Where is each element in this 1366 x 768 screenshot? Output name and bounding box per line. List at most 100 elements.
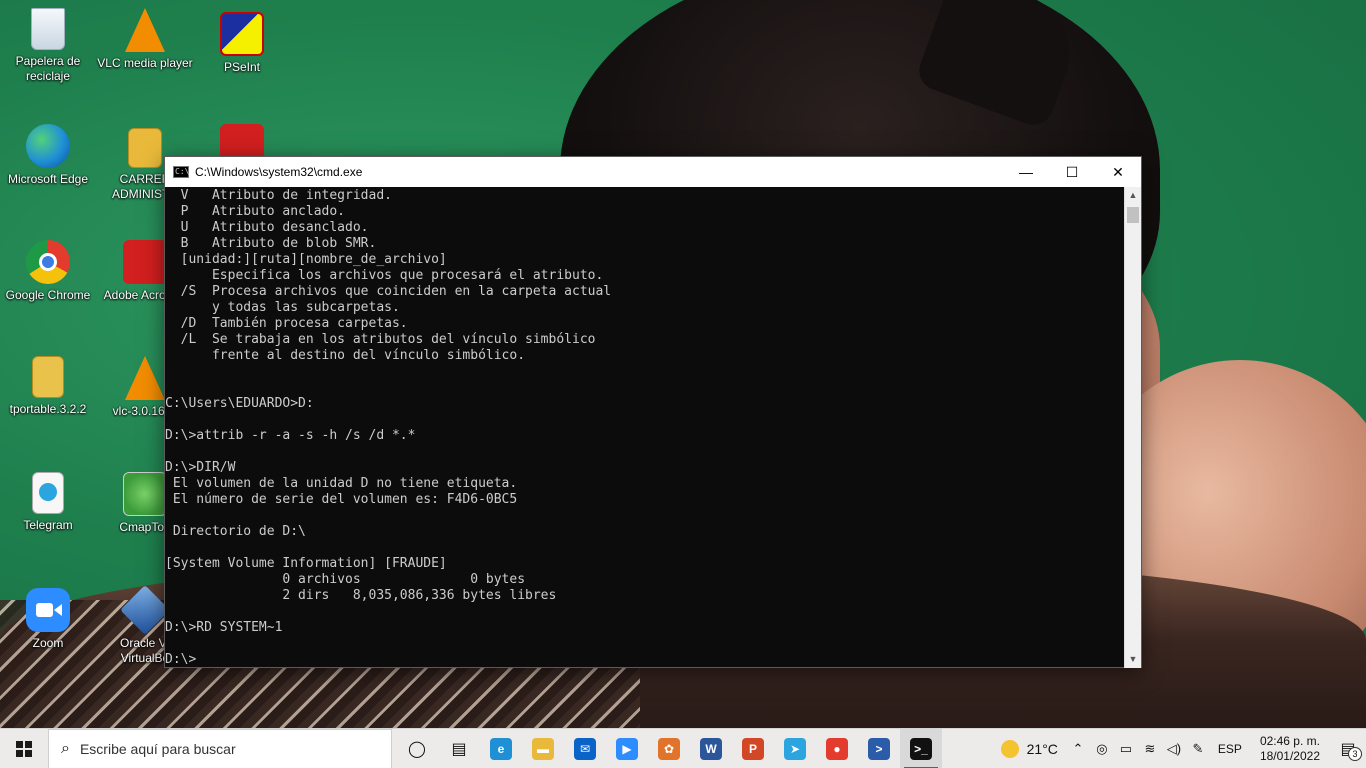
desktop-icon-vlc[interactable]: VLC media player bbox=[97, 8, 193, 71]
weather-widget[interactable]: 21°C bbox=[993, 739, 1066, 758]
weather-temperature: 21°C bbox=[1026, 740, 1058, 757]
console-line: D:\>RD SYSTEM~1 bbox=[165, 620, 283, 635]
console-output[interactable]: V Atributo de integridad. P Atributo anc… bbox=[165, 187, 1125, 668]
cmd-window[interactable]: C:\ C:\Windows\system32\cmd.exe — ☐ ✕ V … bbox=[164, 156, 1142, 668]
cmd-icon: C:\ bbox=[173, 166, 190, 178]
weather-sun-icon bbox=[1000, 739, 1019, 758]
task-view-icon: ▤ bbox=[448, 737, 470, 760]
scroll-up-icon[interactable]: ▲ bbox=[1125, 187, 1141, 204]
taskbar-app-file-explorer[interactable]: ▬ bbox=[522, 729, 564, 768]
desktop-icon-label: PSeInt bbox=[223, 60, 261, 74]
desktop-icon-label: VLC media player bbox=[97, 56, 193, 70]
chrome-icon: ● bbox=[826, 737, 848, 760]
console-line: 0 archivos 0 bytes bbox=[165, 572, 526, 587]
taskbar-app-edge[interactable]: e bbox=[480, 729, 522, 768]
language-indicator[interactable]: ESP bbox=[1210, 742, 1250, 756]
game-icon: ✿ bbox=[658, 737, 680, 760]
taskbar-app-word[interactable]: W bbox=[690, 729, 732, 768]
show-hidden-icons-chevron-icon[interactable]: ⌃ bbox=[1066, 741, 1090, 757]
vertical-scrollbar[interactable]: ▲ ▼ bbox=[1124, 187, 1141, 668]
console-line: B Atributo de blob SMR. bbox=[165, 236, 377, 251]
start-button[interactable] bbox=[0, 729, 48, 768]
console-line: D:\>DIR/W bbox=[165, 460, 236, 475]
taskbar-app-mail[interactable]: ✉ bbox=[564, 729, 606, 768]
taskbar-app-cortana[interactable]: ◯ bbox=[396, 729, 438, 768]
powershell-icon: > bbox=[868, 737, 890, 760]
vlc-icon bbox=[125, 8, 165, 52]
edge-icon: e bbox=[490, 737, 512, 760]
desktop-icon-chrome[interactable]: Google Chrome bbox=[0, 240, 96, 303]
windows-logo-icon bbox=[16, 740, 32, 757]
window-titlebar[interactable]: C:\ C:\Windows\system32\cmd.exe — ☐ ✕ bbox=[165, 157, 1141, 187]
console-line: Especifica los archivos que procesará el… bbox=[165, 268, 604, 283]
zoom-icon bbox=[26, 588, 70, 632]
vlc-installer-icon bbox=[125, 356, 165, 400]
console-line: /L Se trabaja en los atributos del víncu… bbox=[165, 332, 596, 347]
console-line: El número de serie del volumen es: F4D6-… bbox=[165, 492, 518, 507]
taskbar-app-task-view[interactable]: ▤ bbox=[438, 729, 480, 768]
cmaptools-icon bbox=[123, 472, 167, 516]
taskbar-app-powerpoint[interactable]: P bbox=[732, 729, 774, 768]
notification-count-badge: 3 bbox=[1348, 746, 1362, 761]
desktop-icon-recycle-bin[interactable]: Papelera de reciclaje bbox=[0, 8, 96, 84]
desktop-icon-tportable[interactable]: tportable.3.2.2 bbox=[0, 356, 96, 417]
taskbar: ⌕ Escribe aquí para buscar ◯ ▤ e ▬ ✉ ▶ ✿ W P ➤ ● > >… bbox=[0, 728, 1366, 768]
console-line: 2 dirs 8,035,086,336 bytes libres bbox=[165, 588, 557, 603]
powerpoint-icon: P bbox=[742, 737, 764, 760]
console-line: C:\Users\EDUARDO>D: bbox=[165, 396, 314, 411]
console-line: D:\> bbox=[165, 652, 197, 667]
taskbar-app-chrome[interactable]: ● bbox=[816, 729, 858, 768]
maximize-button[interactable]: ☐ bbox=[1049, 157, 1095, 187]
console-line: y todas las subcarpetas. bbox=[165, 300, 400, 315]
clock[interactable]: 02:46 p. m. 18/01/2022 bbox=[1250, 734, 1330, 764]
cmd-icon: >_ bbox=[910, 737, 932, 760]
telegram-file-icon bbox=[32, 472, 64, 514]
clock-date: 18/01/2022 bbox=[1259, 748, 1320, 763]
wifi-icon[interactable]: ≋ bbox=[1138, 741, 1162, 757]
taskbar-app-app-orange[interactable]: ✿ bbox=[648, 729, 690, 768]
search-icon: ⌕ bbox=[61, 739, 70, 757]
mail-icon: ✉ bbox=[574, 737, 596, 760]
console-line: [unidad:][ruta][nombre_de_archivo] bbox=[165, 252, 447, 267]
taskbar-app-telegram[interactable]: ➤ bbox=[774, 729, 816, 768]
zip-folder-icon bbox=[32, 356, 64, 398]
chrome-icon bbox=[26, 240, 70, 284]
taskbar-search-box[interactable]: ⌕ Escribe aquí para buscar bbox=[48, 728, 392, 768]
cortana-icon: ◯ bbox=[406, 737, 428, 760]
clock-time: 02:46 p. m. bbox=[1259, 733, 1320, 748]
volume-icon[interactable]: ◁) bbox=[1162, 741, 1186, 757]
taskbar-app-powershell[interactable]: > bbox=[858, 729, 900, 768]
pseint-icon bbox=[220, 12, 264, 56]
pen-icon[interactable]: ✎ bbox=[1186, 741, 1210, 757]
word-icon: W bbox=[700, 737, 722, 760]
console-line: El volumen de la unidad D no tiene etiqu… bbox=[165, 476, 518, 491]
console-line: [System Volume Information] [FRAUDE] bbox=[165, 556, 447, 571]
scrollbar-thumb[interactable] bbox=[1127, 207, 1139, 223]
taskbar-apps: ◯ ▤ e ▬ ✉ ▶ ✿ W P ➤ ● > >_ bbox=[396, 728, 942, 768]
desktop-icon-pseint[interactable]: PSeInt bbox=[194, 12, 290, 75]
desktop-icon-telegram[interactable]: Telegram bbox=[0, 472, 96, 533]
minimize-button[interactable]: — bbox=[1003, 157, 1049, 187]
battery-icon[interactable]: ▭ bbox=[1114, 741, 1138, 757]
webcam-icon[interactable]: ◎ bbox=[1090, 741, 1114, 757]
desktop-icon-label: Telegram bbox=[23, 518, 73, 532]
window-title: C:\Windows\system32\cmd.exe bbox=[195, 165, 363, 179]
desktop-icon-zoom[interactable]: Zoom bbox=[0, 588, 96, 651]
recycle-bin-icon bbox=[31, 8, 65, 50]
console-line: V Atributo de integridad. bbox=[165, 188, 392, 203]
taskbar-app-cmd[interactable]: >_ bbox=[900, 728, 942, 768]
scroll-down-icon[interactable]: ▼ bbox=[1125, 651, 1141, 668]
close-button[interactable]: ✕ bbox=[1095, 157, 1141, 187]
acrobat-icon bbox=[123, 240, 167, 284]
notification-center-button[interactable]: ▤ 3 bbox=[1330, 729, 1366, 768]
desktop-icon-label: Papelera de reciclaje bbox=[15, 54, 81, 83]
desktop-icon-label: tportable.3.2.2 bbox=[9, 402, 87, 416]
console-line: /S Procesa archivos que coinciden en la … bbox=[165, 284, 612, 299]
desktop-icon-edge[interactable]: Microsoft Edge bbox=[0, 124, 96, 187]
taskbar-app-zoom[interactable]: ▶ bbox=[606, 729, 648, 768]
